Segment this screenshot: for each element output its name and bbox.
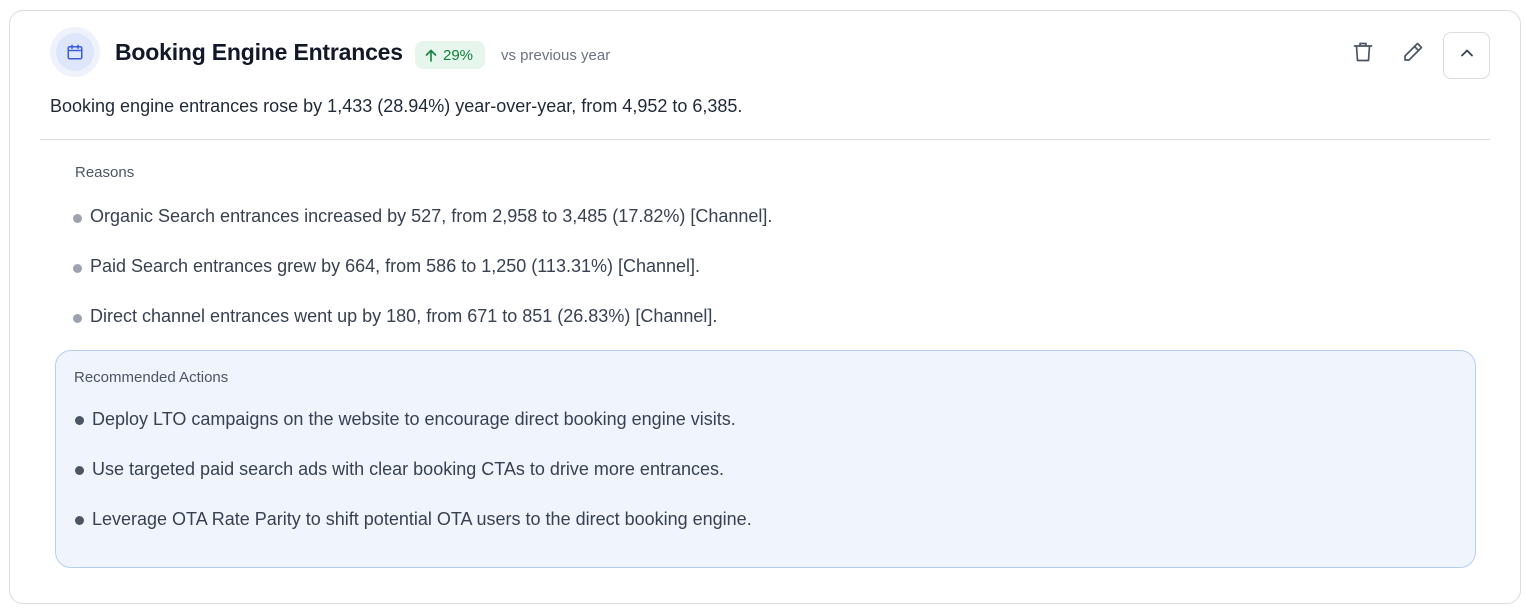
collapse-button[interactable]	[1443, 32, 1490, 79]
reason-text: Direct channel entrances went up by 180,…	[90, 306, 718, 326]
reason-item: Organic Search entrances increased by 52…	[73, 206, 772, 256]
reason-item: Paid Search entrances grew by 664, from …	[73, 256, 772, 306]
action-item: Use targeted paid search ads with clear …	[75, 459, 752, 509]
calendar-icon	[56, 33, 94, 71]
calendar-icon-container	[50, 27, 100, 77]
reason-item: Direct channel entrances went up by 180,…	[73, 306, 772, 356]
recommended-actions-list: Deploy LTO campaigns on the website to e…	[75, 409, 752, 559]
bullet-icon	[75, 416, 84, 425]
arrow-up-icon	[425, 49, 437, 62]
chevron-up-icon	[1459, 45, 1475, 66]
card-title: Booking Engine Entrances	[115, 39, 403, 65]
insight-card: Booking Engine Entrances 29% vs previous…	[9, 10, 1521, 604]
summary-text: Booking engine entrances rose by 1,433 (…	[50, 96, 743, 116]
bullet-icon	[73, 314, 82, 323]
change-badge: 29%	[415, 41, 486, 69]
reasons-heading: Reasons	[75, 164, 135, 181]
bullet-icon	[75, 466, 84, 475]
action-text: Leverage OTA Rate Parity to shift potent…	[92, 509, 752, 529]
action-text: Deploy LTO campaigns on the website to e…	[92, 409, 736, 429]
action-item: Deploy LTO campaigns on the website to e…	[75, 409, 752, 459]
recommended-actions-heading: Recommended Actions	[74, 369, 229, 386]
divider	[40, 139, 1490, 140]
trash-icon	[1351, 40, 1375, 69]
delete-button[interactable]	[1345, 36, 1381, 72]
bullet-icon	[73, 264, 82, 273]
recommended-actions-panel: Recommended Actions Deploy LTO campaigns…	[55, 350, 1476, 568]
bullet-icon	[73, 214, 82, 223]
action-item: Leverage OTA Rate Parity to shift potent…	[75, 509, 752, 559]
reasons-list: Organic Search entrances increased by 52…	[73, 206, 772, 356]
action-text: Use targeted paid search ads with clear …	[92, 459, 724, 479]
edit-button[interactable]	[1395, 36, 1431, 72]
comparison-label: vs previous year	[501, 47, 611, 64]
reason-text: Organic Search entrances increased by 52…	[90, 206, 773, 226]
reason-text: Paid Search entrances grew by 664, from …	[90, 256, 701, 276]
pencil-icon	[1401, 40, 1425, 69]
change-badge-value: 29%	[443, 46, 474, 64]
bullet-icon	[75, 516, 84, 525]
